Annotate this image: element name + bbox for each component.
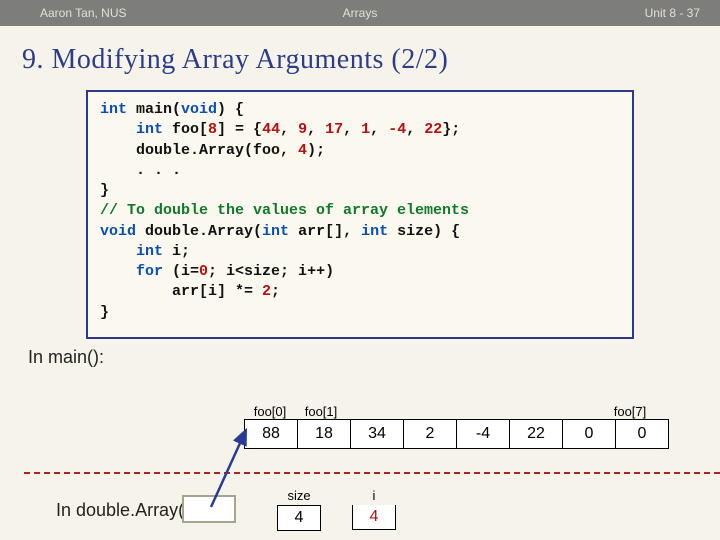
arr-pointer-box	[182, 495, 236, 523]
code-num: 0	[199, 263, 208, 280]
code-text: ; i<size; i++)	[208, 263, 334, 280]
code-text: ;	[271, 283, 280, 300]
slide-title: 9. Modifying Array Arguments (2/2)	[0, 26, 720, 84]
size-value: 4	[277, 505, 321, 531]
array-index-labels: foo[0] foo[1] foo[7]	[244, 404, 669, 419]
header-left: Aaron Tan, NUS	[40, 6, 127, 20]
cell-5: 22	[510, 420, 563, 448]
code-text: arr[],	[289, 223, 361, 240]
code-text: );	[307, 142, 325, 159]
code-num: 17	[325, 121, 343, 138]
divider-dashed	[24, 472, 720, 474]
size-block: size 4	[277, 488, 321, 531]
code-num: 22	[424, 121, 442, 138]
kw-int: int	[262, 223, 289, 240]
kw-int: int	[100, 121, 163, 138]
code-text: foo[	[163, 121, 208, 138]
code-text: ,	[280, 121, 298, 138]
kw-for: for	[100, 263, 163, 280]
cell-7: 0	[616, 420, 668, 448]
code-num: 4	[298, 142, 307, 159]
code-text: size) {	[388, 223, 460, 240]
code-num: 2	[262, 283, 271, 300]
code-text: arr[i] *=	[100, 283, 262, 300]
label-foo1: foo[1]	[296, 404, 346, 419]
kw-void: void	[100, 223, 136, 240]
code-text: ,	[406, 121, 424, 138]
label-size: size	[277, 488, 321, 503]
label-foo0: foo[0]	[244, 404, 296, 419]
cell-1: 18	[298, 420, 351, 448]
array-foo: foo[0] foo[1] foo[7] 88 18 34 2 -4 22 0 …	[244, 404, 669, 449]
code-text: ,	[370, 121, 388, 138]
cell-2: 34	[351, 420, 404, 448]
header-center: Arrays	[343, 6, 378, 20]
cell-4: -4	[457, 420, 510, 448]
code-text: main(	[127, 101, 181, 118]
cell-6: 0	[563, 420, 616, 448]
label-i: i	[352, 488, 396, 503]
i-block: i 4	[352, 488, 396, 530]
code-block: int main(void) { int foo[8] = {44, 9, 17…	[86, 90, 634, 339]
code-num: 8	[208, 121, 217, 138]
code-text: (i=	[163, 263, 199, 280]
slide-header: Aaron Tan, NUS Arrays Unit 8 - 37	[0, 0, 720, 26]
code-text: double.Array(foo,	[100, 142, 298, 159]
code-text: ,	[307, 121, 325, 138]
label-foo7: foo[7]	[604, 404, 656, 419]
kw-void: void	[181, 101, 217, 118]
header-right: Unit 8 - 37	[645, 6, 700, 20]
code-num: 9	[298, 121, 307, 138]
cell-0: 88	[245, 420, 298, 448]
code-num: 1	[361, 121, 370, 138]
i-value: 4	[352, 505, 396, 530]
cell-3: 2	[404, 420, 457, 448]
label-in-main: In main():	[0, 347, 720, 368]
array-cells: 88 18 34 2 -4 22 0 0	[244, 419, 669, 449]
code-num: -4	[388, 121, 406, 138]
label-in-double: In double.Array():	[28, 500, 195, 521]
kw-int: int	[100, 243, 163, 260]
code-text: };	[442, 121, 460, 138]
code-num: 44	[262, 121, 280, 138]
code-comment: // To double the values of array element…	[100, 202, 469, 219]
code-text: ,	[343, 121, 361, 138]
code-text: i;	[163, 243, 190, 260]
code-text: ) {	[217, 101, 244, 118]
code-text: }	[100, 182, 109, 199]
code-text: ] = {	[217, 121, 262, 138]
code-text: }	[100, 304, 109, 321]
code-text: . . .	[100, 162, 181, 179]
code-text: double.Array(	[136, 223, 262, 240]
kw-int: int	[100, 101, 127, 118]
kw-int: int	[361, 223, 388, 240]
